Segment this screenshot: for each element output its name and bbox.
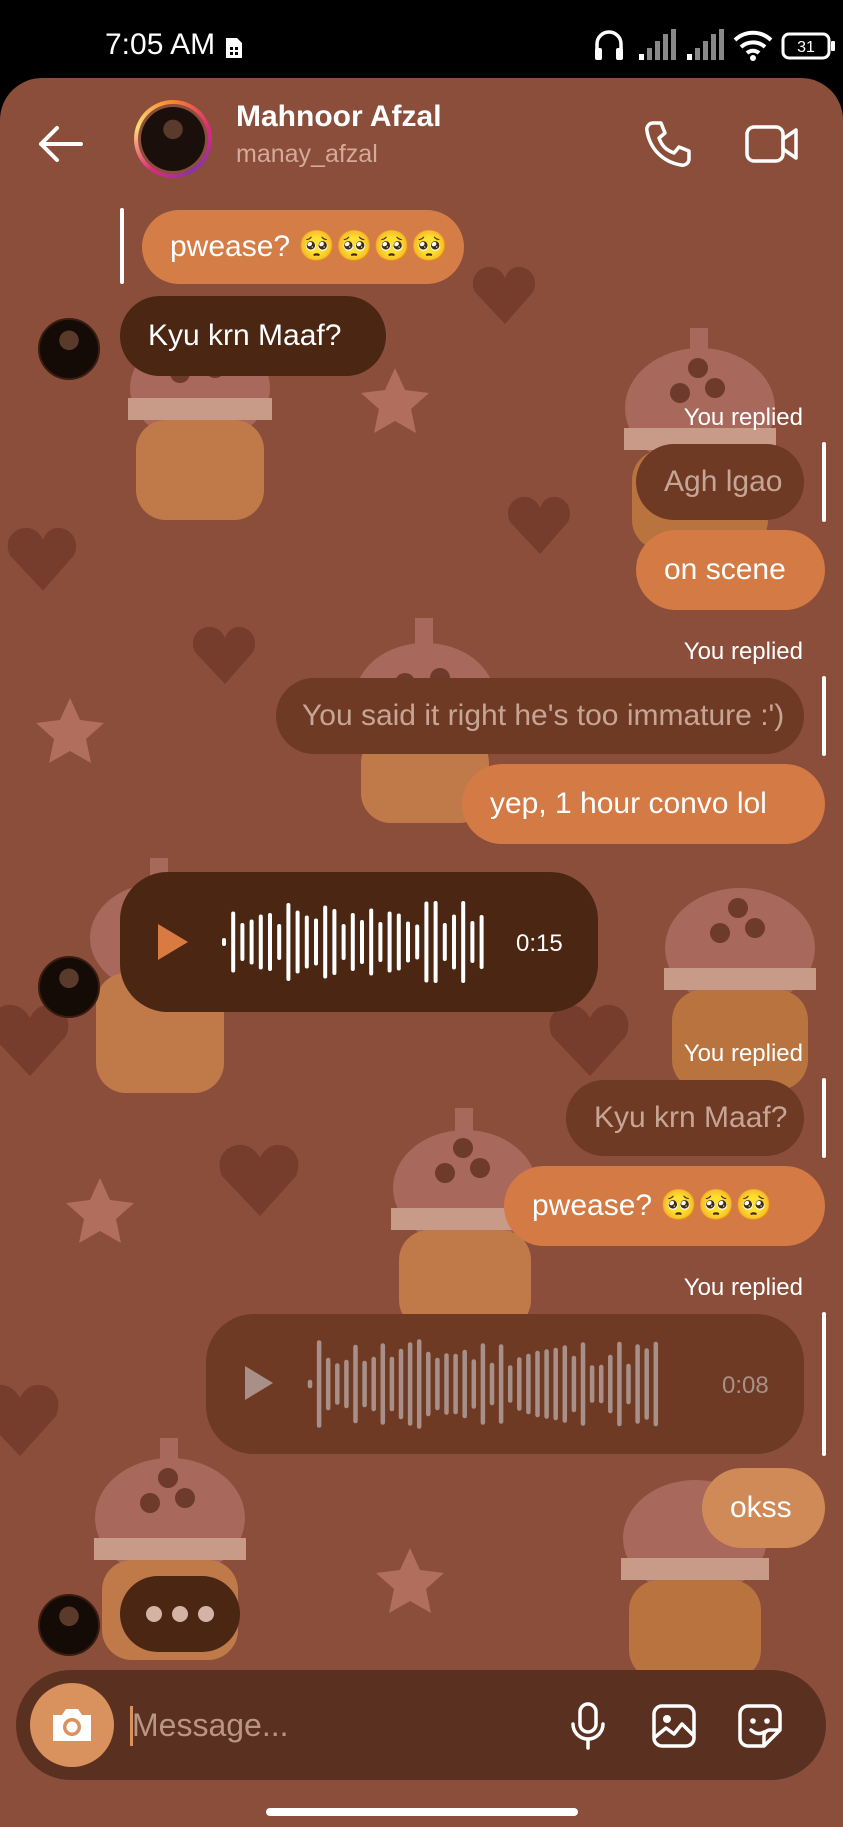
camera-icon	[53, 1709, 91, 1741]
message-input[interactable]	[132, 1698, 472, 1752]
sim-icon	[226, 38, 242, 58]
voice-record-button[interactable]	[560, 1698, 616, 1754]
typing-indicator	[120, 1576, 240, 1652]
sent-message[interactable]: okss	[702, 1468, 825, 1548]
received-message[interactable]: Kyu krn Maaf?	[120, 296, 386, 376]
reply-indicator-bar	[822, 1312, 826, 1456]
battery-icon: 31	[781, 32, 835, 60]
sticker-icon	[738, 1704, 782, 1748]
sticker-button[interactable]	[732, 1698, 788, 1754]
sent-message[interactable]: yep, 1 hour convo lol	[462, 764, 825, 844]
status-time: 7:05 AM	[105, 28, 216, 61]
you-replied-label: You replied	[683, 404, 803, 431]
sender-avatar[interactable]	[38, 318, 100, 380]
voice-duration: 0:08	[722, 1372, 769, 1399]
chat-panel[interactable]: Mahnoor Afzal manay_afzal pwease? 🥺🥺🥺🥺 K…	[0, 78, 843, 1827]
message-composer	[16, 1670, 826, 1780]
play-icon[interactable]	[154, 922, 192, 962]
back-button[interactable]	[28, 112, 92, 176]
replied-voice-message-quote[interactable]: 0:08	[206, 1314, 804, 1454]
home-indicator[interactable]	[266, 1808, 578, 1816]
gallery-button[interactable]	[646, 1698, 702, 1754]
sent-message[interactable]: pwease? 🥺🥺🥺	[504, 1166, 825, 1246]
replied-message-quote[interactable]: You said it right he's too immature :')	[276, 678, 804, 754]
status-bar: 7:05 AM 31	[0, 0, 843, 78]
you-replied-label: You replied	[683, 1040, 803, 1067]
back-arrow-icon	[39, 126, 83, 162]
replied-message-quote[interactable]: Kyu krn Maaf?	[566, 1080, 804, 1156]
signal-icon	[687, 29, 724, 60]
contact-handle[interactable]: manay_afzal	[236, 140, 378, 169]
phone-icon	[645, 121, 691, 167]
voice-call-button[interactable]	[636, 112, 700, 176]
replied-message-quote[interactable]: pwease? 🥺🥺🥺🥺	[142, 210, 464, 284]
headphones-icon	[595, 30, 623, 60]
reply-indicator-bar	[822, 442, 826, 522]
reply-indicator-bar	[822, 676, 826, 756]
you-replied-label: You replied	[683, 638, 803, 665]
play-icon[interactable]	[242, 1364, 276, 1402]
microphone-icon	[571, 1702, 605, 1750]
signal-icon	[639, 29, 676, 60]
contact-name[interactable]: Mahnoor Afzal	[236, 100, 442, 134]
gallery-icon	[652, 1704, 696, 1748]
replied-message-quote[interactable]: Agh lgao	[636, 444, 804, 520]
video-call-button[interactable]	[740, 112, 804, 176]
chat-header: Mahnoor Afzal manay_afzal	[0, 78, 843, 208]
wifi-icon	[733, 30, 773, 61]
waveform-graphic	[307, 1339, 659, 1429]
waveform-graphic	[222, 901, 484, 983]
battery-level: 31	[797, 39, 815, 56]
reply-indicator-bar	[120, 208, 124, 284]
you-replied-label: You replied	[683, 1274, 803, 1301]
voice-message[interactable]: 0:15	[120, 872, 598, 1012]
sent-message[interactable]: on scene	[636, 530, 825, 610]
voice-duration: 0:15	[516, 930, 563, 957]
camera-button[interactable]	[30, 1683, 114, 1767]
contact-avatar[interactable]	[134, 100, 212, 178]
sender-avatar[interactable]	[38, 1594, 100, 1656]
reply-indicator-bar	[822, 1078, 826, 1158]
sender-avatar[interactable]	[38, 956, 100, 1018]
video-camera-icon	[745, 125, 798, 163]
